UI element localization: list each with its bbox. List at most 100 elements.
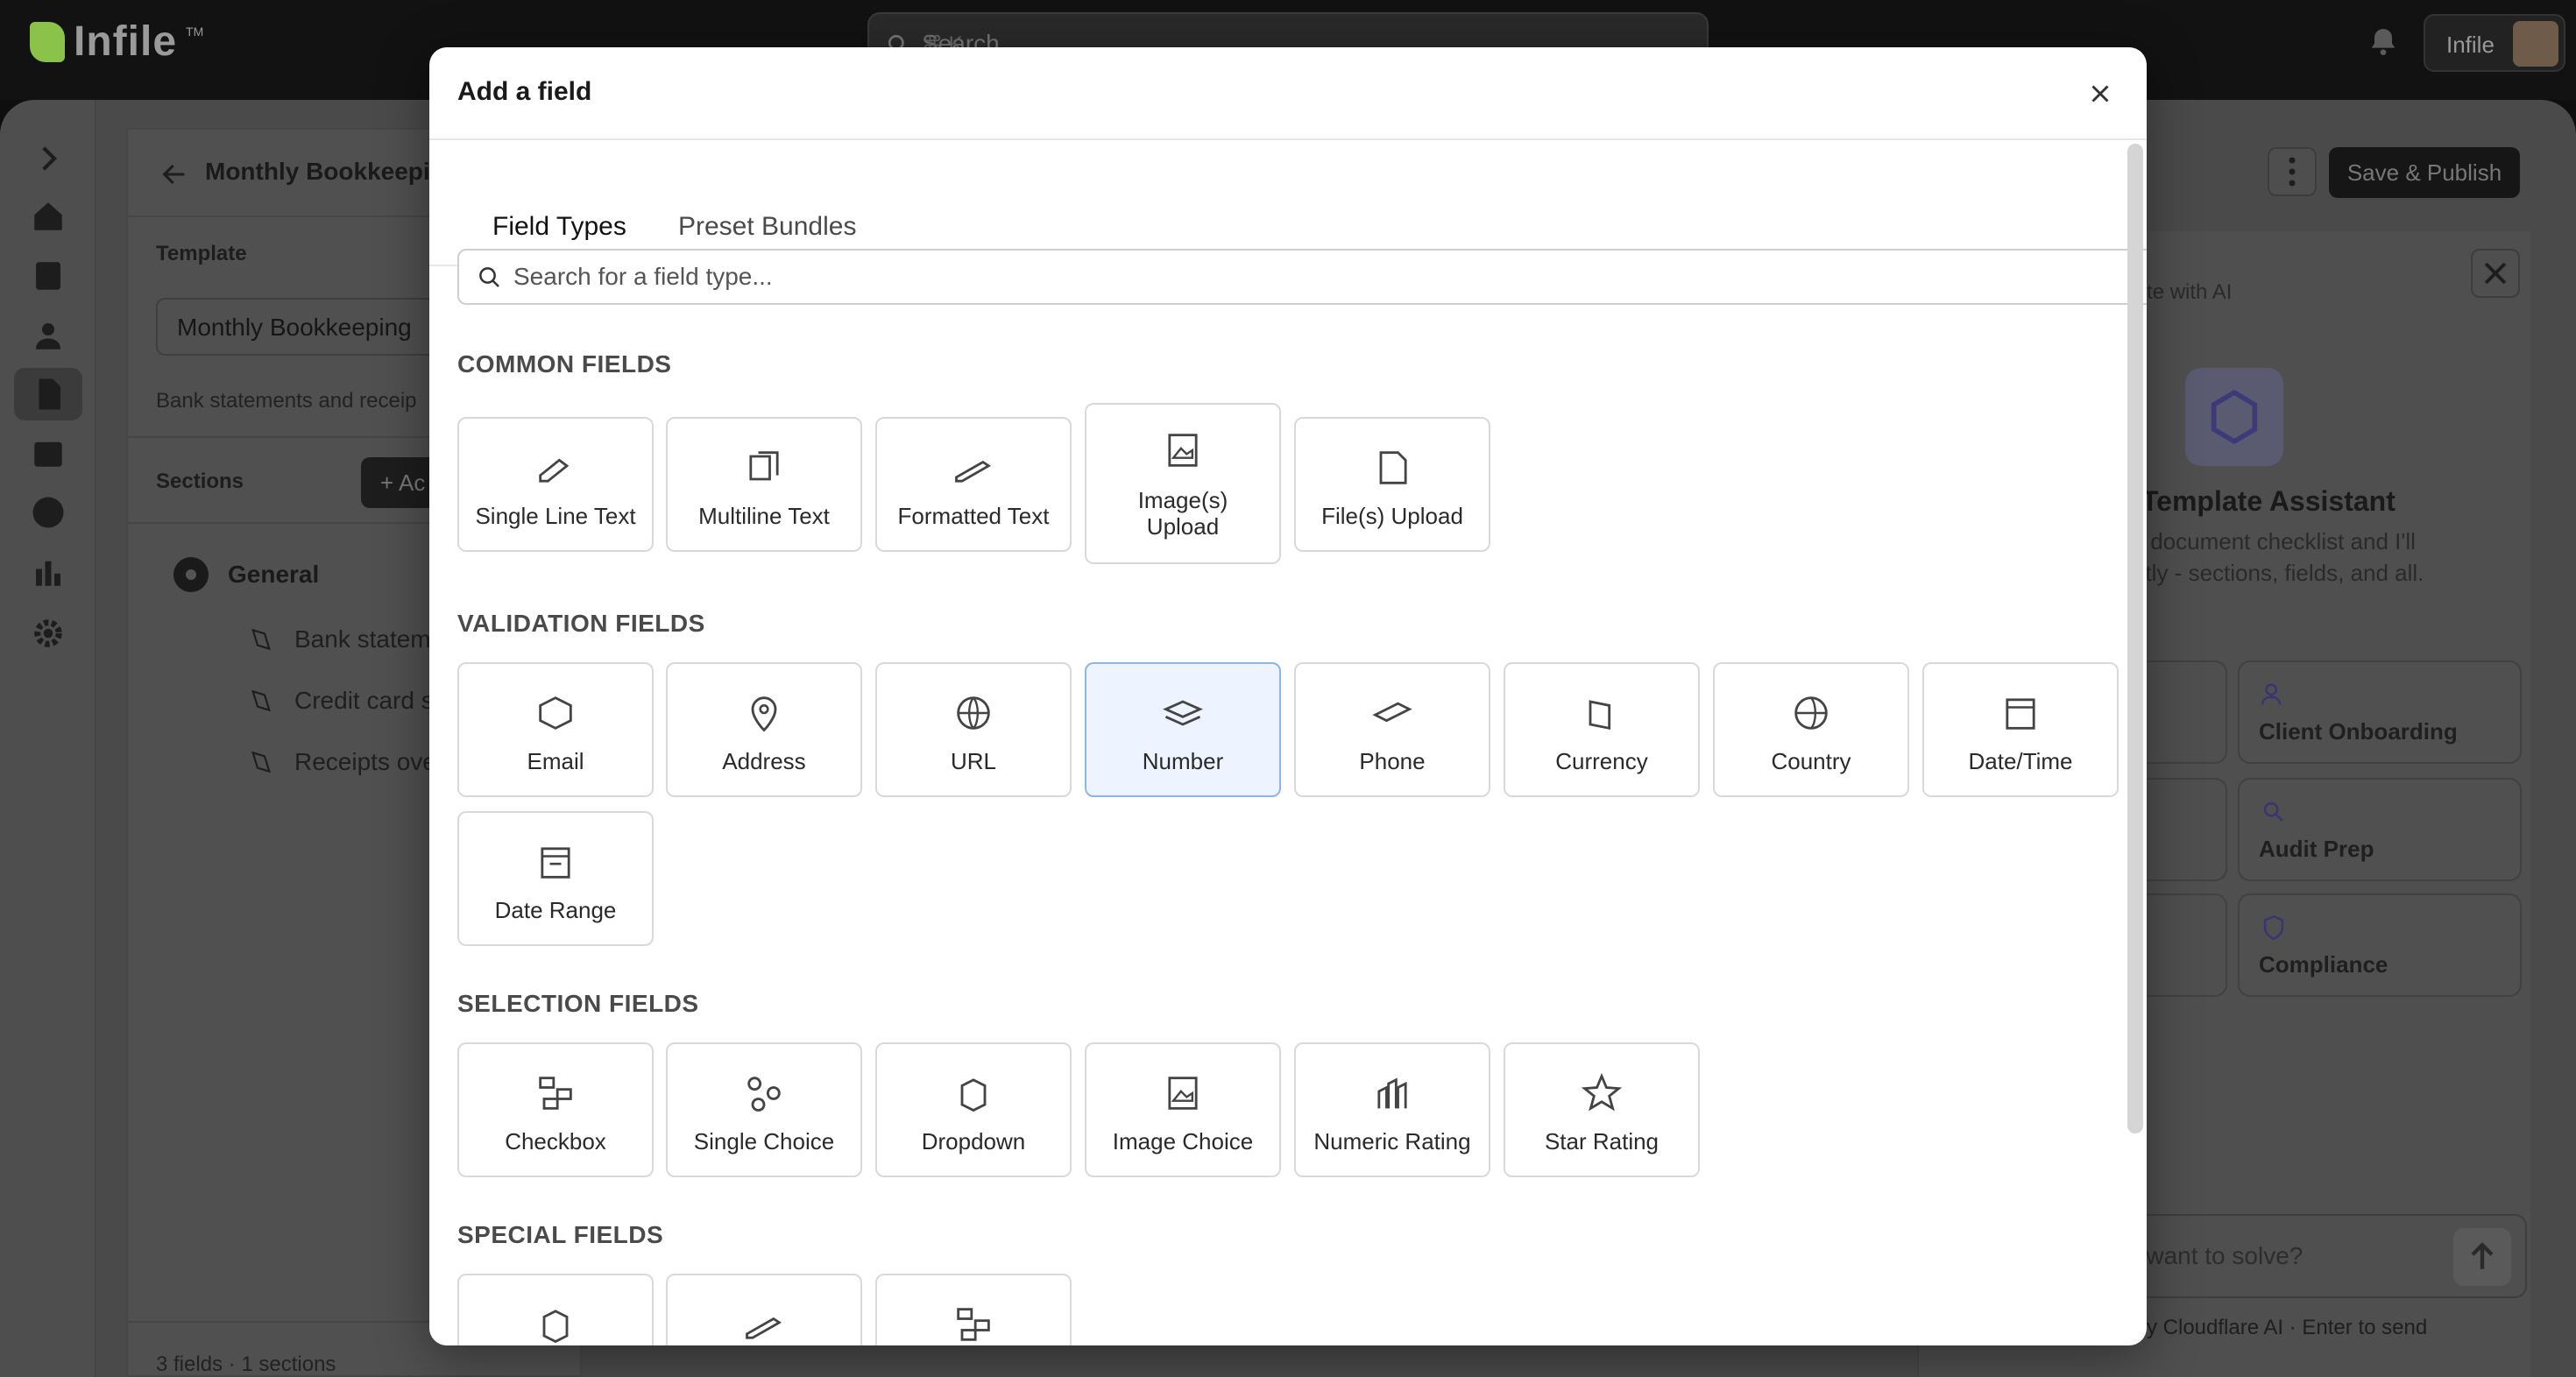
info-icon[interactable] bbox=[30, 494, 67, 531]
field-email[interactable]: Email bbox=[457, 662, 654, 797]
field-special[interactable] bbox=[457, 1274, 654, 1345]
brand-trademark: TM bbox=[186, 24, 204, 39]
radio-dot-icon bbox=[173, 557, 209, 592]
list-item-label: Bank stateme bbox=[294, 625, 445, 653]
field-phone[interactable]: Phone bbox=[1294, 662, 1490, 797]
scrollbar[interactable] bbox=[2127, 144, 2143, 1133]
field-files-upload[interactable]: File(s) Upload bbox=[1294, 417, 1490, 552]
assistant-logo-icon bbox=[2185, 368, 2283, 466]
field-label: Image Choice bbox=[1112, 1128, 1254, 1155]
assistant-heading: Template Assistant bbox=[2141, 485, 2396, 517]
calendar-range-icon bbox=[533, 839, 578, 885]
field-dropdown[interactable]: Dropdown bbox=[875, 1042, 1072, 1177]
close-icon[interactable] bbox=[2085, 79, 2115, 109]
arrow-left-icon[interactable] bbox=[159, 159, 189, 189]
assistant-close-button[interactable] bbox=[2471, 249, 2520, 298]
field-multiline-text[interactable]: Multiline Text bbox=[666, 417, 862, 552]
list-item[interactable]: Bank stateme bbox=[247, 625, 444, 653]
special-fields-heading: SPECIAL FIELDS bbox=[457, 1221, 664, 1248]
field-number[interactable]: Number bbox=[1085, 662, 1281, 797]
template-title: Monthly Bookkeepin bbox=[205, 158, 445, 185]
phone-icon bbox=[1369, 690, 1415, 736]
field-single-choice[interactable]: Single Choice bbox=[666, 1042, 862, 1177]
search-icon bbox=[477, 265, 503, 291]
field-images-upload[interactable]: Image(s) Upload bbox=[1085, 403, 1281, 564]
list-item[interactable]: Credit card s bbox=[247, 687, 434, 715]
checkbox-icon bbox=[533, 1070, 578, 1116]
currency-icon bbox=[1579, 690, 1624, 736]
list-item[interactable]: Receipts ove bbox=[247, 748, 436, 776]
chip-compliance[interactable]: Compliance bbox=[2238, 893, 2522, 997]
send-button[interactable] bbox=[2453, 1228, 2511, 1286]
field-address[interactable]: Address bbox=[666, 662, 862, 797]
field-label: Address bbox=[722, 748, 806, 774]
more-options-button[interactable] bbox=[2268, 147, 2317, 196]
image-icon bbox=[1160, 1070, 1206, 1116]
globe-icon bbox=[951, 690, 996, 736]
user-name: Infile bbox=[2446, 32, 2495, 58]
radio-icon bbox=[741, 1070, 787, 1116]
chart-icon[interactable] bbox=[30, 554, 67, 590]
home-icon[interactable] bbox=[30, 198, 67, 235]
section-name: General bbox=[228, 561, 320, 588]
modal-tabs: Field Types Preset Bundles bbox=[429, 142, 2129, 266]
chip-audit-prep[interactable]: Audit Prep bbox=[2238, 778, 2522, 881]
bell-icon[interactable] bbox=[2366, 25, 2401, 60]
fields-summary: 3 fields · 1 sections bbox=[156, 1352, 336, 1376]
brand-logo[interactable]: Infile TM bbox=[30, 18, 203, 66]
field-label: Multiline Text bbox=[698, 503, 830, 529]
text-block-icon bbox=[741, 445, 787, 491]
image-icon bbox=[1160, 427, 1206, 473]
field-currency[interactable]: Currency bbox=[1504, 662, 1700, 797]
rating-blocks-icon bbox=[1369, 1070, 1415, 1116]
tab-field-types[interactable]: Field Types bbox=[492, 212, 626, 242]
field-type-search[interactable] bbox=[457, 249, 2147, 305]
document-icon[interactable] bbox=[14, 368, 82, 420]
field-label: Star Rating bbox=[1544, 1128, 1660, 1155]
modal-title: Add a field bbox=[457, 77, 592, 106]
chip-label: Client Onboarding bbox=[2259, 718, 2458, 745]
chip-client-onboarding[interactable]: Client Onboarding bbox=[2238, 660, 2522, 764]
field-label: Date Range bbox=[494, 897, 617, 923]
checklist-icon[interactable] bbox=[30, 258, 67, 294]
field-label: URL bbox=[950, 748, 996, 774]
section-general[interactable]: General bbox=[173, 557, 319, 592]
field-date-range[interactable]: Date Range bbox=[457, 811, 654, 946]
common-fields-heading: COMMON FIELDS bbox=[457, 350, 672, 378]
sections-label: Sections bbox=[156, 470, 244, 493]
field-checkbox[interactable]: Checkbox bbox=[457, 1042, 654, 1177]
field-image-choice[interactable]: Image Choice bbox=[1085, 1042, 1281, 1177]
tab-preset-bundles[interactable]: Preset Bundles bbox=[678, 212, 856, 242]
field-label: File(s) Upload bbox=[1321, 503, 1463, 529]
user-icon[interactable] bbox=[30, 317, 67, 354]
field-country[interactable]: Country bbox=[1713, 662, 1909, 797]
field-url[interactable]: URL bbox=[875, 662, 1072, 797]
field-formatted-text[interactable]: Formatted Text bbox=[875, 417, 1072, 552]
map-pin-icon bbox=[741, 690, 787, 736]
search-input[interactable] bbox=[513, 259, 2147, 294]
calendar-icon[interactable] bbox=[30, 434, 67, 471]
field-special[interactable] bbox=[666, 1274, 862, 1345]
shield-icon bbox=[2259, 913, 2289, 943]
template-name-value: Monthly Bookkeeping bbox=[177, 314, 412, 341]
assistant-desc-line2: ntly - sections, fields, and all. bbox=[2133, 560, 2424, 586]
magnifier-icon bbox=[2259, 797, 2289, 827]
field-date-time[interactable]: Date/Time bbox=[1922, 662, 2119, 797]
selection-fields-heading: SELECTION FIELDS bbox=[457, 990, 699, 1017]
field-special[interactable] bbox=[875, 1274, 1072, 1345]
pen-icon bbox=[951, 445, 996, 491]
dropdown-icon bbox=[951, 1070, 996, 1116]
assistant-prompt-placeholder: u want to solve? bbox=[2126, 1242, 2304, 1269]
field-numeric-rating[interactable]: Numeric Rating bbox=[1294, 1042, 1490, 1177]
user-menu[interactable]: Infile bbox=[2424, 14, 2565, 72]
globe-icon bbox=[1788, 690, 1834, 736]
field-star-rating[interactable]: Star Rating bbox=[1504, 1042, 1700, 1177]
template-label: Template bbox=[156, 242, 247, 265]
save-publish-button[interactable]: Save & Publish bbox=[2329, 147, 2520, 198]
field-label: Single Choice bbox=[693, 1128, 835, 1155]
field-single-line-text[interactable]: Single Line Text bbox=[457, 417, 654, 552]
gear-icon[interactable] bbox=[30, 615, 67, 652]
field-label: Phone bbox=[1359, 748, 1426, 774]
chevron-right-icon[interactable] bbox=[30, 140, 67, 177]
attachment-icon bbox=[247, 748, 275, 776]
